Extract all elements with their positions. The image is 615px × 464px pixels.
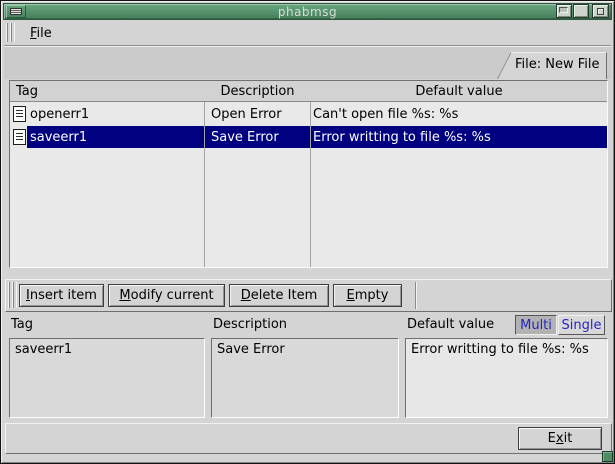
table-cell: Error writting to file %s: %s [313, 130, 491, 145]
text-document-icon [13, 106, 26, 122]
default-value-field[interactable]: Error writting to file %s: %s [405, 338, 608, 418]
header-tag: Tag [16, 84, 38, 99]
modify-current-button[interactable]: Modify current [108, 284, 225, 307]
toolbar: Insert item Modify current Delete Item E… [5, 279, 612, 312]
menubar: File [4, 21, 611, 46]
header-default-value: Default value [311, 84, 607, 99]
window-title: phabmsg [4, 5, 611, 19]
restore-button[interactable] [592, 4, 609, 18]
column-divider [204, 81, 205, 267]
tab-label: File: New File [515, 57, 603, 72]
exit-button[interactable]: Exit [518, 427, 602, 450]
footer-bar: Exit [5, 423, 612, 454]
tag-label: Tag [11, 317, 33, 332]
table-cell: openerr1 [30, 107, 89, 122]
default-value-label: Default value [407, 317, 494, 332]
titlebar[interactable]: phabmsg [3, 3, 612, 20]
single-toggle-button[interactable]: Single [558, 315, 605, 335]
delete-item-button[interactable]: Delete Item [229, 284, 329, 307]
table-row[interactable]: openerr1 Open Error Can't open file %s: %s [10, 103, 607, 126]
tag-field[interactable]: saveerr1 [9, 338, 205, 418]
description-label: Description [213, 317, 287, 332]
column-divider [310, 81, 311, 267]
menubar-grip[interactable] [6, 23, 15, 42]
table-row[interactable]: saveerr1 Save Error Error writting to file… [10, 126, 607, 149]
table-cell: Open Error [211, 107, 282, 122]
description-field[interactable]: Save Error [211, 338, 399, 418]
header-description: Description [205, 84, 310, 99]
message-table[interactable]: Tag Description Default value openerr1 Op… [9, 80, 608, 268]
toolbar-divider [415, 282, 417, 309]
resize-grip[interactable] [602, 451, 613, 462]
tab-file-new-file[interactable]: File: New File [491, 52, 607, 79]
table-cell: Can't open file %s: %s [313, 107, 458, 122]
tab-band: File: New File [4, 46, 611, 79]
menu-file[interactable]: File [25, 24, 57, 43]
toolbar-grip[interactable] [8, 282, 17, 308]
insert-item-button[interactable]: Insert item [19, 284, 104, 307]
multi-toggle-button[interactable]: Multi [515, 315, 557, 335]
minimize-button[interactable] [556, 4, 572, 18]
app-window: phabmsg File File: New File Tag Descript… [0, 0, 615, 464]
text-document-icon [13, 129, 26, 145]
restore-icon [597, 8, 604, 15]
table-cell: saveerr1 [30, 130, 87, 145]
minimize-icon [559, 7, 568, 13]
table-cell: Save Error [211, 130, 279, 145]
empty-button[interactable]: Empty [333, 284, 402, 307]
table-header: Tag Description Default value [10, 81, 607, 102]
maximize-button[interactable] [573, 4, 589, 18]
